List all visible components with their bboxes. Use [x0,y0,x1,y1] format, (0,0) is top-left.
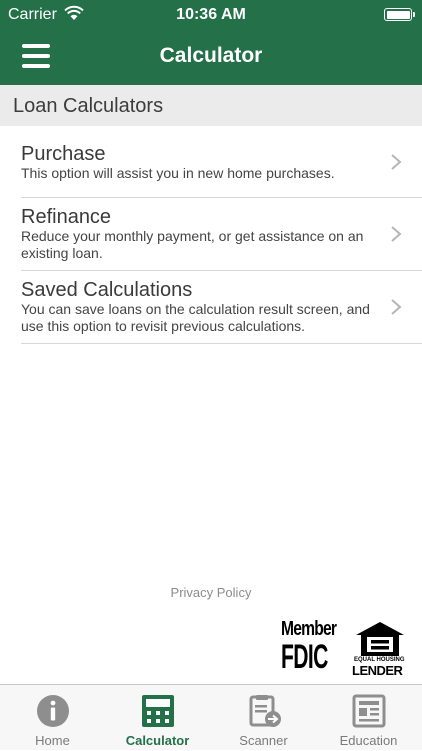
list-item-description: Reduce your monthly payment, or get assi… [21,228,364,261]
list-item-saved-calculations[interactable]: Saved Calculations You can save loans on… [21,271,422,344]
tab-label: Scanner [239,733,288,748]
tab-label: Education [339,733,398,748]
list-item-title: Refinance [21,206,112,228]
tab-bar: Home Calculator Scanner Education [0,684,422,750]
lender-text: LENDER [352,663,403,678]
clock: 10:36 AM [176,6,246,23]
section-title: Loan Calculators [13,95,164,117]
list-item-description: This option will assist you in new home … [21,165,335,181]
scanner-icon [249,695,281,727]
nav-bar: Calculator [0,30,422,85]
page-title: Calculator [159,44,263,67]
fdic-member-text: Member [281,618,337,640]
tab-label: Home [35,733,70,748]
calculator-list: Purchase This option will assist you in … [0,126,422,344]
equal-housing-lender-logo: EQUAL HOUSING LENDER [352,620,408,678]
chevron-right-icon [391,153,402,170]
tab-scanner[interactable]: Scanner [211,685,316,751]
chevron-right-icon [391,226,402,242]
privacy-policy-link[interactable]: Privacy Policy [0,585,422,600]
tab-label: Calculator [125,733,190,748]
info-icon [36,695,69,727]
hamburger-menu-icon[interactable] [22,44,50,68]
battery-icon [384,8,415,21]
fdic-name-text: FDIC [281,638,328,676]
list-item-title: Saved Calculations [21,279,193,301]
newspaper-icon [352,694,385,728]
chevron-right-icon [391,299,402,315]
tab-education[interactable]: Education [316,685,421,751]
tab-calculator[interactable]: Calculator [105,685,210,751]
tab-home[interactable]: Home [0,685,105,751]
section-header: Loan Calculators [0,85,422,126]
list-item-refinance[interactable]: Refinance Reduce your monthly payment, o… [21,198,422,271]
status-bar: Carrier 10:36 AM [0,0,422,30]
list-item-description: You can save loans on the calculation re… [21,301,370,334]
house-icon [356,622,404,656]
fdic-logo: Member FDIC [281,618,337,676]
calculator-icon [141,695,174,727]
list-item-purchase[interactable]: Purchase This option will assist you in … [21,126,422,198]
list-item-title: Purchase [21,143,106,165]
